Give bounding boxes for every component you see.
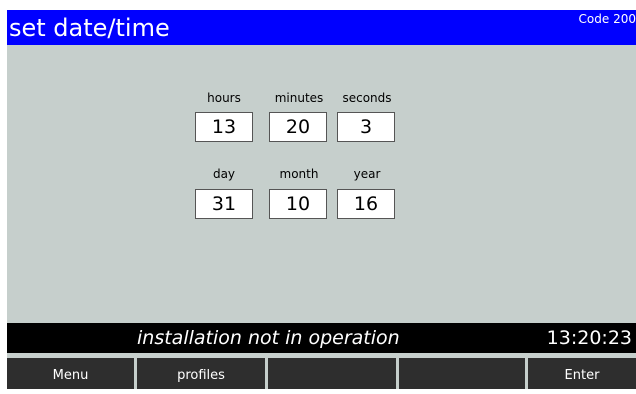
day-label: day <box>212 167 236 181</box>
year-field[interactable]: 16 <box>337 189 395 219</box>
profiles-button[interactable]: profiles <box>137 358 265 389</box>
minutes-label: minutes <box>274 91 324 105</box>
enter-button[interactable]: Enter <box>528 358 636 389</box>
screen: set date/time Code 200 hours minutes sec… <box>7 10 636 389</box>
status-clock: 13:20:23 <box>546 327 632 349</box>
month-field[interactable]: 10 <box>269 189 327 219</box>
softkey-3-button[interactable] <box>268 358 396 389</box>
minutes-field[interactable]: 20 <box>269 112 327 142</box>
status-bar: installation not in operation 13:20:23 <box>7 323 636 353</box>
year-label: year <box>353 167 381 181</box>
seconds-label: seconds <box>342 91 392 105</box>
screen-code: Code 200 <box>578 12 636 26</box>
seconds-field[interactable]: 3 <box>337 112 395 142</box>
hours-field[interactable]: 13 <box>195 112 253 142</box>
softkey-row: Menu profiles Enter <box>7 358 636 389</box>
month-label: month <box>279 167 319 181</box>
hours-label: hours <box>207 91 241 105</box>
day-field[interactable]: 31 <box>195 189 253 219</box>
title-bar: set date/time Code 200 <box>7 10 636 45</box>
status-message: installation not in operation <box>137 327 400 349</box>
softkey-4-button[interactable] <box>399 358 525 389</box>
page-title: set date/time <box>9 14 170 42</box>
menu-button[interactable]: Menu <box>7 358 134 389</box>
